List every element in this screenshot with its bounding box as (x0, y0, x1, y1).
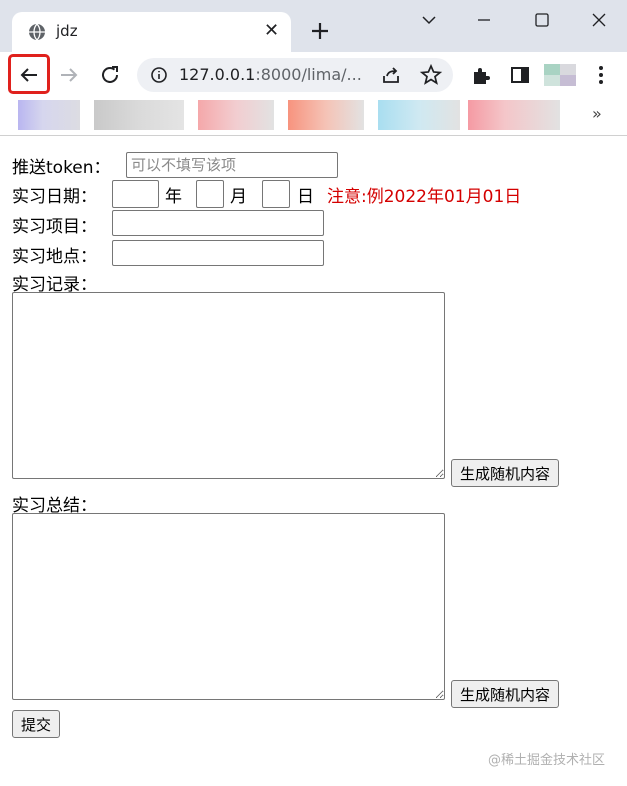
bookmark-item[interactable] (18, 100, 80, 130)
browser-tab[interactable]: jdz ✕ (12, 12, 291, 52)
extensions-puzzle-icon[interactable] (469, 63, 493, 87)
page-content: 推送token： 实习日期： 年 月 日 注意:例2022年01月01日 实习项… (0, 137, 627, 786)
token-label: 推送token： (12, 158, 111, 178)
record-textarea[interactable] (12, 292, 445, 479)
new-tab-icon[interactable] (307, 18, 333, 44)
bookmark-item[interactable] (468, 100, 560, 130)
submit-button[interactable]: 提交 (12, 710, 61, 738)
url-host: 127.0.0.1 (179, 65, 256, 84)
url-path: :8000/lima/... (255, 65, 362, 84)
date-format-note: 注意:例2022年01月01日 (327, 187, 522, 207)
reload-icon[interactable] (98, 63, 122, 87)
year-input[interactable] (112, 180, 159, 208)
location-label: 实习地点： (12, 247, 97, 267)
year-unit: 年 (165, 187, 182, 207)
minimize-icon[interactable] (472, 10, 496, 30)
tab-title: jdz (56, 22, 78, 40)
month-input[interactable] (196, 180, 224, 208)
bookmark-star-icon[interactable] (419, 63, 443, 87)
forward-arrow-icon[interactable] (57, 63, 81, 87)
generate-record-button[interactable]: 生成随机内容 (451, 459, 560, 487)
globe-icon (29, 23, 45, 41)
info-icon[interactable] (150, 66, 168, 84)
month-unit: 月 (230, 187, 247, 207)
project-input[interactable] (112, 210, 324, 236)
browser-titlebar: jdz ✕ (0, 0, 627, 52)
tab-search-chevron-icon[interactable] (417, 10, 441, 30)
side-panel-icon[interactable] (508, 63, 532, 87)
day-unit: 日 (297, 187, 314, 207)
menu-dots-icon[interactable] (589, 63, 613, 87)
maximize-icon[interactable] (530, 10, 554, 30)
watermark: @稀土掘金技术社区 (488, 753, 606, 768)
close-window-icon[interactable] (587, 10, 611, 30)
bookmark-item[interactable] (288, 100, 364, 130)
close-tab-icon[interactable]: ✕ (264, 20, 279, 42)
date-label: 实习日期： (12, 187, 97, 207)
project-label: 实习项目： (12, 217, 97, 237)
back-button-highlight (8, 54, 50, 94)
location-input[interactable] (112, 240, 324, 266)
bookmarks-overflow-chevron-icon[interactable]: » (592, 104, 602, 123)
profile-avatar[interactable] (544, 64, 576, 86)
url-text[interactable]: 127.0.0.1:8000/lima/... (179, 65, 362, 84)
address-bar[interactable]: 127.0.0.1:8000/lima/... (137, 58, 453, 92)
token-input[interactable] (126, 152, 338, 178)
day-input[interactable] (262, 180, 290, 208)
bookmark-item[interactable] (198, 100, 274, 130)
bookmarks-bar: » (0, 98, 627, 136)
bookmark-item[interactable] (378, 100, 460, 130)
generate-summary-button[interactable]: 生成随机内容 (451, 680, 560, 708)
share-icon[interactable] (379, 63, 403, 87)
bookmark-item[interactable] (94, 100, 184, 130)
summary-textarea[interactable] (12, 513, 445, 700)
